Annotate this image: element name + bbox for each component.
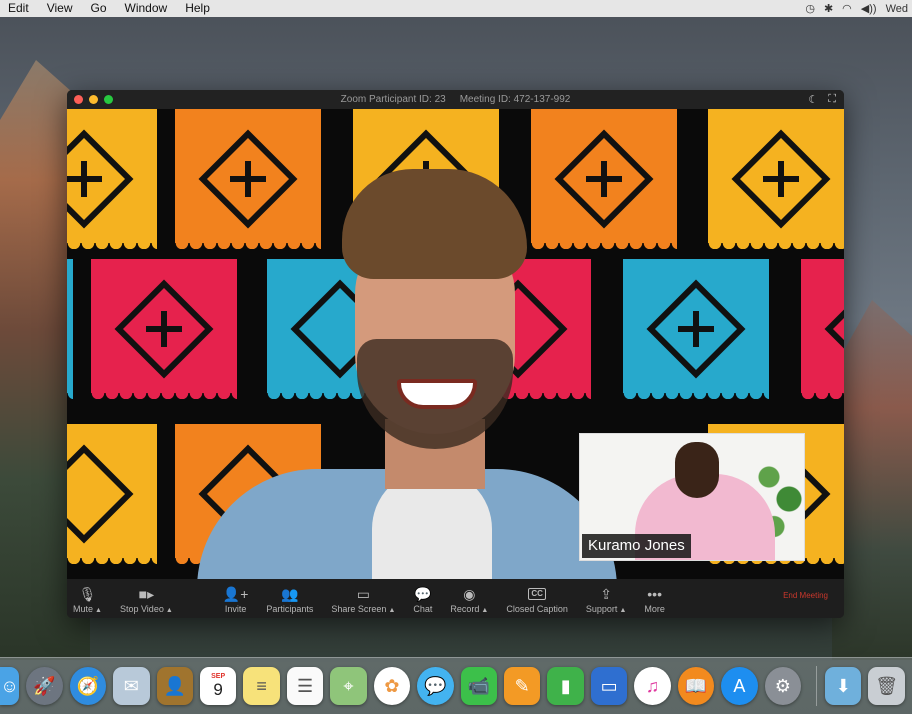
menu-extras: ◷ ✱ ◠ ◀)) Wed <box>805 2 912 16</box>
menu-bar: Edit View Go Window Help ◷ ✱ ◠ ◀)) Wed <box>0 0 912 17</box>
self-view-thumbnail[interactable]: Kuramo Jones <box>579 433 805 561</box>
notes-icon[interactable]: ≡ <box>243 667 280 705</box>
background-tile <box>708 109 844 255</box>
mail-icon[interactable]: ✉ <box>113 667 150 705</box>
chevron-up-icon[interactable]: ▲ <box>481 607 488 614</box>
background-tile <box>623 259 769 405</box>
support-label: Support <box>585 604 618 614</box>
calendar-icon[interactable]: SEP 9 <box>199 667 237 705</box>
zoom-meeting-window: Zoom Participant ID: 23 Meeting ID: 472-… <box>67 90 844 618</box>
fullscreen-icon[interactable]: ⛶ <box>828 93 836 106</box>
ellipsis-icon: ••• <box>647 586 662 602</box>
desktop-wallpaper-right <box>832 300 912 660</box>
ibooks-icon[interactable]: 📖 <box>677 667 715 705</box>
closed-caption-icon: CC <box>528 588 546 600</box>
background-tile <box>67 259 73 405</box>
zoom-button[interactable] <box>104 95 113 104</box>
meeting-toolbar: 🎙 Mute ▲ ■▸ Stop Video ▲ 👤+ Invite 👥 Parti… <box>67 579 844 618</box>
more-button[interactable]: ••• More <box>644 586 665 614</box>
messages-icon[interactable]: 💬 <box>417 667 454 705</box>
participant-head <box>675 442 719 498</box>
window-controls <box>74 95 113 104</box>
chat-label: Chat <box>413 604 433 614</box>
record-button[interactable]: ◉ Record ▲ <box>450 585 488 615</box>
mute-label: Mute <box>73 604 94 614</box>
meeting-id: Meeting ID: 472-137-992 <box>459 94 571 105</box>
reminders-icon[interactable]: ☰ <box>286 667 324 705</box>
chevron-up-icon[interactable]: ▲ <box>619 607 626 614</box>
finder-icon[interactable]: ☺ <box>0 667 20 705</box>
appstore-icon[interactable]: A <box>721 667 758 705</box>
stop-video-label: Stop Video <box>119 604 164 614</box>
contacts-icon[interactable]: 👤 <box>156 667 193 705</box>
minimize-button[interactable] <box>89 95 98 104</box>
menu-window[interactable]: Window <box>116 0 177 17</box>
share-screen-button[interactable]: ▭ Share Screen ▲ <box>331 585 395 615</box>
bluetooth-icon[interactable]: ✱ <box>824 2 833 15</box>
participant-id: Zoom Participant ID: 23 <box>340 94 446 105</box>
wifi-icon[interactable]: ◠ <box>842 2 852 15</box>
photos-icon[interactable]: ✿ <box>373 667 411 705</box>
support-icon: ⇪ <box>600 585 612 602</box>
volume-icon[interactable]: ◀)) <box>861 2 877 15</box>
chevron-up-icon[interactable]: ▲ <box>388 607 395 614</box>
menu-go[interactable]: Go <box>81 0 115 17</box>
add-user-icon: 👤+ <box>222 585 249 602</box>
time-machine-icon[interactable]: ◷ <box>805 2 815 15</box>
share-screen-label: Share Screen <box>331 604 387 614</box>
launchpad-icon[interactable]: 🚀 <box>26 667 63 705</box>
chevron-up-icon[interactable]: ▲ <box>166 607 173 614</box>
window-titlebar[interactable]: Zoom Participant ID: 23 Meeting ID: 472-… <box>67 90 844 109</box>
downloads-folder-icon[interactable]: ⬇ <box>825 667 862 705</box>
invite-label: Invite <box>224 604 247 614</box>
chat-bubble-icon: 💬 <box>414 585 432 602</box>
video-camera-icon: ■▸ <box>138 585 155 602</box>
facetime-icon[interactable]: 📹 <box>460 667 497 705</box>
record-icon: ◉ <box>463 585 476 602</box>
night-mode-icon[interactable]: ☾ <box>808 93 818 106</box>
support-button[interactable]: ⇪ Support ▲ <box>585 585 626 615</box>
numbers-icon[interactable]: ▮ <box>547 667 584 705</box>
close-button[interactable] <box>74 95 83 104</box>
background-tile <box>67 424 157 570</box>
participants-label: Participants <box>266 604 314 614</box>
speaker-smile <box>397 379 477 409</box>
safari-icon[interactable]: 🧭 <box>69 667 107 705</box>
menu-edit[interactable]: Edit <box>0 0 38 17</box>
menu-view[interactable]: View <box>38 0 82 17</box>
clock[interactable]: Wed <box>886 3 908 15</box>
speaker-hair <box>342 169 527 279</box>
trash-icon[interactable]: 🗑 <box>868 667 905 705</box>
microphone-icon: 🎙 <box>78 585 97 602</box>
keynote-icon[interactable]: ▭ <box>590 667 628 705</box>
participants-icon: 👥 <box>281 585 299 602</box>
itunes-icon[interactable]: ♫ <box>634 667 671 705</box>
invite-button[interactable]: 👤+ Invite <box>222 585 249 615</box>
active-speaker <box>197 169 617 579</box>
chat-button[interactable]: 💬 Chat <box>413 585 433 615</box>
chevron-up-icon[interactable]: ▲ <box>95 607 102 614</box>
calendar-day: 9 <box>213 680 223 699</box>
dock-separator <box>816 666 818 706</box>
closed-caption-label: Closed Caption <box>506 604 568 614</box>
stop-video-button[interactable]: ■▸ Stop Video ▲ <box>119 585 173 615</box>
closed-caption-button[interactable]: CC Closed Caption <box>506 586 568 614</box>
dock: ☺ 🚀 🧭 ✉ 👤 SEP 9 ≡ ☰ ⌖ ✿ 💬 📹 ✎ ▮ ▭ ♫ 📖 A … <box>0 657 912 714</box>
participants-button[interactable]: 👥 Participants <box>266 585 314 615</box>
menu-help[interactable]: Help <box>176 0 219 17</box>
participant-name-tag: Kuramo Jones <box>582 534 691 558</box>
background-tile <box>67 109 157 255</box>
more-label: More <box>644 604 665 614</box>
record-label: Record <box>450 604 480 614</box>
mute-button[interactable]: 🎙 Mute ▲ <box>73 585 102 615</box>
maps-icon[interactable]: ⌖ <box>330 667 367 705</box>
end-meeting-button[interactable]: End Meeting <box>783 591 828 600</box>
share-screen-icon: ▭ <box>356 585 371 602</box>
main-video: Kuramo Jones <box>67 109 844 579</box>
pages-icon[interactable]: ✎ <box>504 667 541 705</box>
background-tile <box>801 259 844 405</box>
system-preferences-icon[interactable]: ⚙ <box>764 667 802 705</box>
